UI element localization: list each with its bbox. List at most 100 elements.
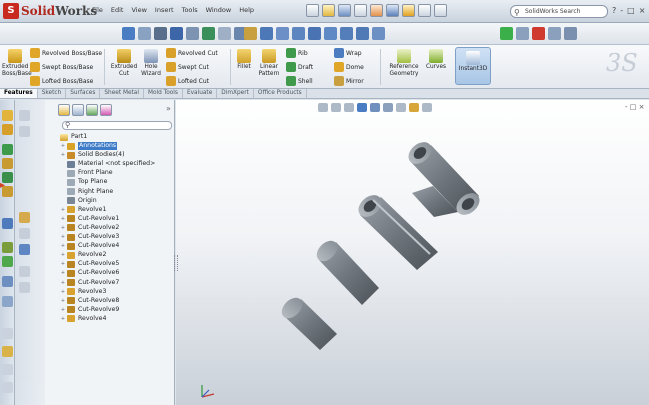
expand-toggle-icon[interactable]: + xyxy=(60,142,66,150)
maximize-button[interactable]: □ xyxy=(627,6,635,15)
tree-item-material-not-specified[interactable]: Material <not specified> xyxy=(60,160,155,168)
zoom-area-icon[interactable] xyxy=(331,103,341,112)
appearances-icon[interactable] xyxy=(2,382,13,393)
draft-button[interactable]: Draft xyxy=(286,62,313,72)
expand-toggle-icon[interactable]: + xyxy=(60,215,66,223)
mates-icon[interactable] xyxy=(356,27,369,40)
design-library-icon[interactable] xyxy=(2,328,13,339)
curves-button[interactable]: Curves xyxy=(424,49,448,71)
reference-geometry-button[interactable]: Reference Geometry xyxy=(386,49,422,77)
revolved-boss-button[interactable]: Revolved Boss/Base xyxy=(30,48,102,58)
tree-item-cut-revolve2[interactable]: + Cut-Revolve2 xyxy=(60,224,119,232)
toolbar-item-icon[interactable] xyxy=(19,282,30,293)
tree-item-right-plane[interactable]: Right Plane xyxy=(60,188,113,196)
curve-tool-icon[interactable] xyxy=(2,256,13,267)
menu-edit[interactable]: Edit xyxy=(111,6,124,14)
dimxpert-manager-tab-icon[interactable] xyxy=(100,104,112,116)
cut-icon[interactable] xyxy=(308,27,321,40)
hole-wizard-button[interactable]: Hole Wizard xyxy=(140,49,162,77)
linear-pattern-button[interactable]: Linear Pattern xyxy=(256,49,282,77)
menu-help[interactable]: Help xyxy=(239,6,254,14)
revolved-body-4[interactable] xyxy=(278,294,337,350)
solidworks-search-field[interactable]: ⚲ SolidWorks Search xyxy=(510,5,608,18)
display-style-hud-icon[interactable] xyxy=(383,103,393,112)
tree-item-front-plane[interactable]: Front Plane xyxy=(60,169,113,177)
pause-icon[interactable] xyxy=(516,27,529,40)
expand-toggle-icon[interactable]: + xyxy=(60,242,66,250)
undo-icon[interactable] xyxy=(370,4,383,17)
appearance-icon[interactable] xyxy=(202,27,215,40)
dimension-icon[interactable] xyxy=(19,244,30,255)
expand-toggle-icon[interactable]: + xyxy=(60,206,66,214)
tab-office-products[interactable]: Office Products xyxy=(254,89,307,98)
tree-item-cut-revolve5[interactable]: + Cut-Revolve5 xyxy=(60,260,119,268)
display-style-icon[interactable] xyxy=(170,27,183,40)
section-view-icon[interactable] xyxy=(154,27,167,40)
toolbar-item-icon[interactable] xyxy=(19,266,30,277)
save-icon[interactable] xyxy=(338,4,351,17)
view-palette-icon[interactable] xyxy=(2,364,13,375)
feature-tool-icon[interactable] xyxy=(2,144,13,155)
print-icon[interactable] xyxy=(354,4,367,17)
options-icon[interactable] xyxy=(434,4,447,17)
tree-item-cut-revolve3[interactable]: + Cut-Revolve3 xyxy=(60,233,119,241)
rebuild-icon[interactable] xyxy=(402,4,415,17)
fillet-button[interactable]: Fillet xyxy=(235,49,253,71)
panel-expand-chevron-icon[interactable]: » xyxy=(166,104,171,113)
tree-item-cut-revolve7[interactable]: + Cut-Revolve7 xyxy=(60,279,119,287)
tree-item-annotations[interactable]: + Annotations xyxy=(60,142,118,150)
extruded-boss-button[interactable]: Extruded Boss/Base xyxy=(2,49,32,77)
menu-view[interactable]: View xyxy=(131,6,146,14)
revolved-cut-button[interactable]: Revolved Cut xyxy=(166,48,218,58)
extrude-tool-icon[interactable] xyxy=(2,124,13,135)
extrude-icon[interactable] xyxy=(276,27,289,40)
hide-show-icon[interactable] xyxy=(186,27,199,40)
expand-toggle-icon[interactable]: + xyxy=(60,251,66,259)
viewport-window-controls[interactable]: - □ × xyxy=(625,103,644,111)
tree-item-cut-revolve6[interactable]: + Cut-Revolve6 xyxy=(60,269,119,277)
feature-tree-filter[interactable]: ⚲ xyxy=(62,121,172,130)
tree-item-revolve1[interactable]: + Revolve1 xyxy=(60,206,106,214)
wrap-button[interactable]: Wrap xyxy=(334,48,362,58)
property-manager-tab-icon[interactable] xyxy=(72,104,84,116)
reference-tool-icon[interactable] xyxy=(2,242,13,253)
lofted-boss-button[interactable]: Lofted Boss/Base xyxy=(30,76,93,86)
solidworks-logo[interactable]: S SolidWorks xyxy=(3,3,97,19)
open-icon[interactable] xyxy=(322,4,335,17)
zoom-fit-icon[interactable] xyxy=(138,27,151,40)
select-icon[interactable] xyxy=(386,4,399,17)
configuration-manager-tab-icon[interactable] xyxy=(86,104,98,116)
dome-button[interactable]: Dome xyxy=(334,62,364,72)
instant3d-button[interactable]: Instant3D xyxy=(455,47,491,85)
section-view-hud-icon[interactable] xyxy=(357,103,367,112)
minimize-button[interactable]: - xyxy=(620,6,623,15)
tree-item-revolve3[interactable]: + Revolve3 xyxy=(60,288,106,296)
swept-cut-button[interactable]: Swept Cut xyxy=(166,62,209,72)
graphics-area[interactable] xyxy=(176,100,649,405)
toolbar-item-icon[interactable] xyxy=(19,228,30,239)
file-explorer-icon[interactable] xyxy=(2,346,13,357)
revolved-body-3[interactable] xyxy=(313,237,379,305)
revolved-body-1[interactable] xyxy=(404,138,483,220)
expand-toggle-icon[interactable]: + xyxy=(60,260,66,268)
tab-dimxpert[interactable]: DimXpert xyxy=(217,89,254,98)
menu-file[interactable]: File xyxy=(92,6,103,14)
expand-toggle-icon[interactable]: + xyxy=(60,288,66,296)
lofted-cut-button[interactable]: Lofted Cut xyxy=(166,76,209,86)
edit-appearance-hud-icon[interactable] xyxy=(409,103,419,112)
toolbar-item-icon[interactable] xyxy=(19,110,30,121)
mirror-button[interactable]: Mirror xyxy=(334,76,364,86)
file-properties-icon[interactable] xyxy=(418,4,431,17)
tree-item-revolve4[interactable]: + Revolve4 xyxy=(60,315,106,323)
smart-dimension-icon[interactable] xyxy=(260,27,273,40)
tree-root-part[interactable]: Part1 xyxy=(60,133,87,141)
camera-icon[interactable] xyxy=(548,27,561,40)
scene-icon[interactable] xyxy=(218,27,231,40)
tab-surfaces[interactable]: Surfaces xyxy=(66,89,101,98)
rib-button[interactable]: Rib xyxy=(286,48,308,58)
grid-tool-icon[interactable] xyxy=(2,218,13,229)
tab-evaluate[interactable]: Evaluate xyxy=(183,89,218,98)
tree-item-origin[interactable]: Origin xyxy=(60,197,97,205)
revolve-icon[interactable] xyxy=(292,27,305,40)
zoom-to-fit-icon[interactable] xyxy=(318,103,328,112)
